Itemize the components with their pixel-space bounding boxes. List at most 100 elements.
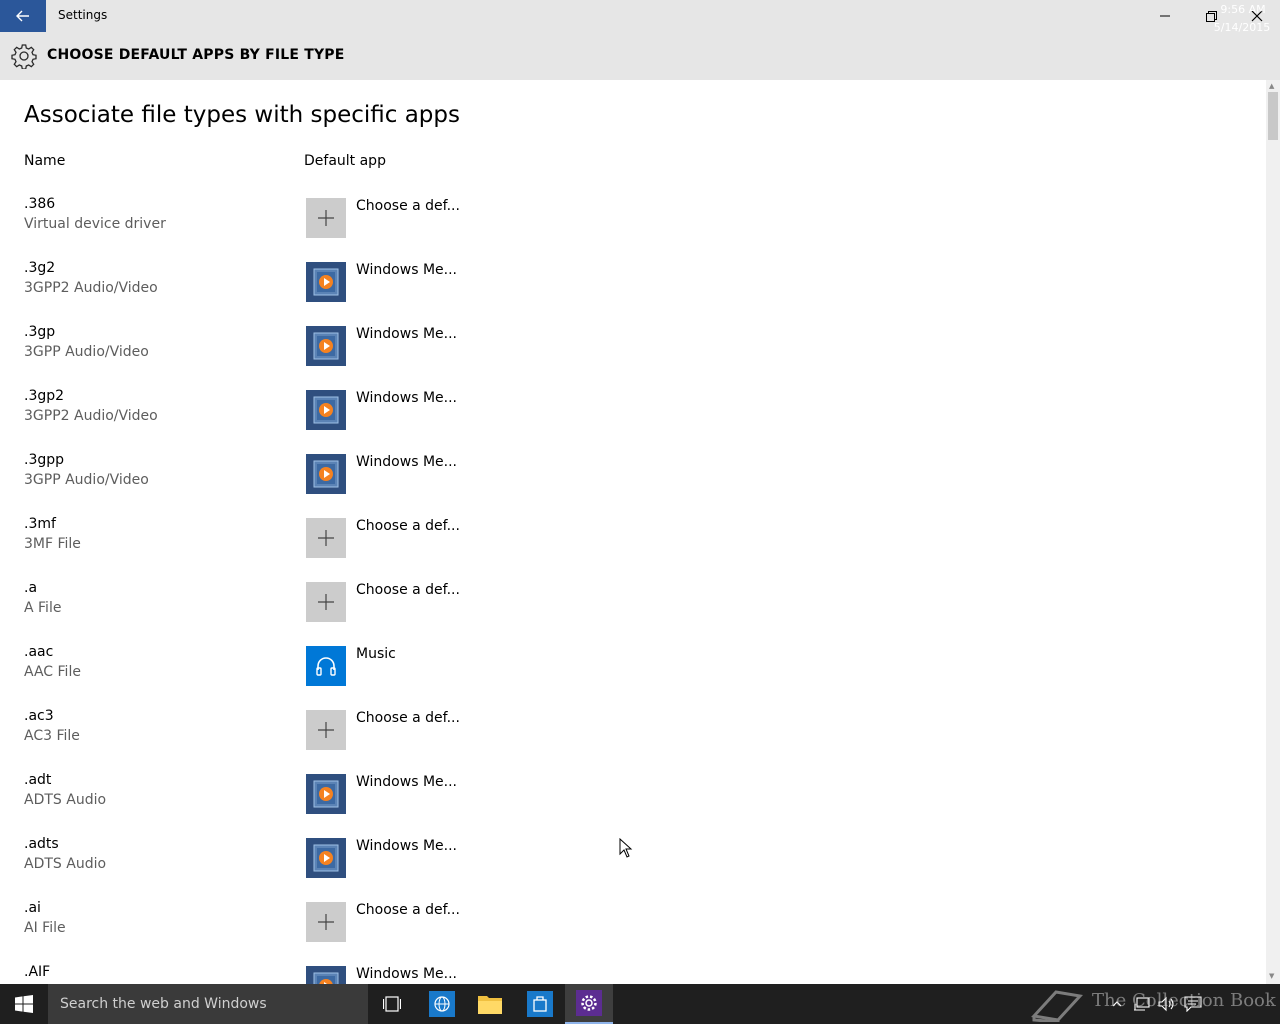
file-type-row: .AIFAIFF Format SoundWindows Me... xyxy=(0,964,1266,984)
default-app-name[interactable]: Windows Me... xyxy=(356,774,457,790)
windows-media-player-icon xyxy=(311,779,341,809)
default-app-button[interactable] xyxy=(306,710,346,750)
file-type-description: AAC File xyxy=(24,664,81,680)
taskbar-file-explorer-button[interactable] xyxy=(466,984,514,1024)
file-type-description: 3MF File xyxy=(24,536,81,552)
taskbar-search-box[interactable]: Search the web and Windows xyxy=(48,984,368,1024)
task-view-icon xyxy=(383,996,401,1012)
back-button[interactable] xyxy=(0,0,46,32)
file-type-row: .3gp 3GPP Audio/Video Windows Me... xyxy=(0,324,1266,388)
default-app-button[interactable] xyxy=(306,518,346,558)
file-type-description: AC3 File xyxy=(24,728,80,744)
file-extension: .adt xyxy=(24,772,52,788)
default-app-name[interactable]: Choose a def... xyxy=(356,902,460,918)
windows-media-player-icon xyxy=(311,331,341,361)
windows-media-player-icon xyxy=(311,459,341,489)
file-extension: .adts xyxy=(24,836,59,852)
file-type-row: .386 Virtual device driver Choose a def... xyxy=(0,196,1266,260)
file-extension: .3gpp xyxy=(24,452,65,468)
file-type-row: .a A File Choose a def... xyxy=(0,580,1266,644)
file-extension: .3g2 xyxy=(24,260,56,276)
file-extension: .386 xyxy=(24,196,56,212)
default-app-button[interactable] xyxy=(306,646,346,686)
default-app-name[interactable]: Windows Me... xyxy=(356,390,457,406)
taskbar-settings-button[interactable] xyxy=(565,984,613,1024)
default-app-button[interactable] xyxy=(306,774,346,814)
file-extension: .3mf xyxy=(24,516,56,532)
default-app-name[interactable]: Windows Me... xyxy=(356,262,457,278)
file-type-row: .ai AI File Choose a def... xyxy=(0,900,1266,964)
default-app-button[interactable] xyxy=(306,262,346,302)
book-icon xyxy=(1031,990,1083,1022)
scroll-thumb[interactable] xyxy=(1268,92,1278,140)
watermark-text: The Collection Book xyxy=(1092,990,1276,1011)
gear-icon xyxy=(11,44,37,69)
section-heading: Associate file types with specific apps xyxy=(24,102,460,128)
page-header: CHOOSE DEFAULT APPS BY FILE TYPE xyxy=(0,32,1280,80)
default-app-name[interactable]: Choose a def... xyxy=(356,518,460,534)
window-title: Settings xyxy=(58,8,108,22)
clock-date[interactable]: 5/14/2015 xyxy=(1212,21,1272,34)
minimize-icon xyxy=(1160,15,1170,17)
windows-media-player-icon xyxy=(311,971,341,984)
default-app-button[interactable] xyxy=(306,838,346,878)
windows-media-player-icon xyxy=(311,395,341,425)
default-app-button[interactable] xyxy=(306,902,346,942)
taskbar-store-button[interactable] xyxy=(516,984,564,1024)
file-type-row: .3gp2 3GPP2 Audio/Video Windows Me... xyxy=(0,388,1266,452)
file-extension: .3gp xyxy=(24,324,56,340)
file-type-description: Virtual device driver xyxy=(24,216,166,232)
default-app-button[interactable] xyxy=(306,966,346,984)
file-type-description: 3GPP2 Audio/Video xyxy=(24,280,158,296)
content-area: Associate file types with specific apps … xyxy=(0,80,1266,984)
default-app-name[interactable]: Choose a def... xyxy=(356,582,460,598)
default-app-name[interactable]: Windows Me... xyxy=(356,838,457,854)
column-header-name: Name xyxy=(24,153,66,169)
file-extension: .ai xyxy=(24,900,41,916)
folder-icon xyxy=(478,996,502,1014)
default-app-name[interactable]: Music xyxy=(356,646,396,662)
file-type-description: A File xyxy=(24,600,62,616)
default-app-name[interactable]: Windows Me... xyxy=(356,966,457,982)
file-extension: .ac3 xyxy=(24,708,54,724)
file-extension: .a xyxy=(24,580,38,596)
scroll-down-arrow-icon[interactable]: ▼ xyxy=(1269,972,1274,980)
file-type-row: .3g2 3GPP2 Audio/Video Windows Me... xyxy=(0,260,1266,324)
default-app-button[interactable] xyxy=(306,582,346,622)
music-headphones-icon xyxy=(313,653,339,679)
plus-icon xyxy=(317,209,335,227)
column-header-default-app: Default app xyxy=(304,153,386,169)
vertical-scrollbar[interactable]: ▲ ▼ xyxy=(1266,80,1280,984)
settings-gear-icon xyxy=(576,990,602,1016)
file-extension: .AIF xyxy=(24,964,51,980)
watermark: The Collection Book xyxy=(1030,986,1276,1022)
store-bag-icon xyxy=(527,991,553,1017)
plus-icon xyxy=(317,593,335,611)
back-arrow-icon xyxy=(16,10,29,22)
scroll-up-arrow-icon[interactable]: ▲ xyxy=(1269,82,1274,90)
default-app-name[interactable]: Choose a def... xyxy=(356,198,460,214)
task-view-button[interactable] xyxy=(368,984,416,1024)
file-type-row: .adt ADTS Audio Windows Me... xyxy=(0,772,1266,836)
file-type-description: 3GPP2 Audio/Video xyxy=(24,408,158,424)
title-bar: Settings xyxy=(0,0,1280,32)
file-type-description: ADTS Audio xyxy=(24,792,107,808)
minimize-button[interactable] xyxy=(1142,0,1188,32)
default-app-button[interactable] xyxy=(306,326,346,366)
file-type-row: .aac AAC File Music xyxy=(0,644,1266,708)
default-app-name[interactable]: Windows Me... xyxy=(356,454,457,470)
start-button[interactable] xyxy=(0,984,48,1024)
taskbar-edge-button[interactable] xyxy=(418,984,466,1024)
clock-time[interactable]: 9:56 AM xyxy=(1214,3,1272,16)
file-type-description: 3GPP Audio/Video xyxy=(24,472,149,488)
default-app-name[interactable]: Windows Me... xyxy=(356,326,457,342)
default-app-button[interactable] xyxy=(306,198,346,238)
file-type-description: AI File xyxy=(24,920,66,936)
default-app-button[interactable] xyxy=(306,454,346,494)
plus-icon xyxy=(317,721,335,739)
default-app-button[interactable] xyxy=(306,390,346,430)
default-app-name[interactable]: Choose a def... xyxy=(356,710,460,726)
file-extension: .3gp2 xyxy=(24,388,65,404)
file-type-description: ADTS Audio xyxy=(24,856,107,872)
plus-icon xyxy=(317,913,335,931)
